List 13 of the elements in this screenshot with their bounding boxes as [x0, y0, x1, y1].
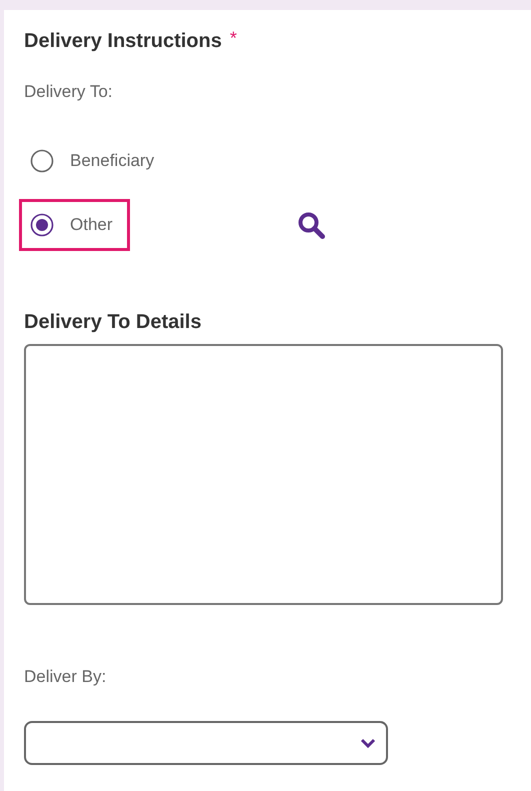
details-text-area[interactable] — [24, 344, 503, 605]
radio-option[interactable]: Beneficiary — [19, 135, 172, 187]
deliver-by-select[interactable] — [24, 721, 388, 765]
section-title: Delivery Instructions — [24, 29, 222, 54]
search-icon[interactable] — [296, 210, 326, 240]
radio-unselected-icon — [30, 149, 54, 173]
chevron-down-icon — [360, 738, 376, 748]
field-label: Delivery To: — [24, 81, 112, 103]
field-label: Deliver By: — [24, 666, 106, 688]
radio-selected-icon — [30, 213, 54, 237]
radio-option[interactable]: Other — [19, 199, 130, 251]
required-mark: * — [230, 28, 237, 48]
section-title: Delivery To Details — [24, 310, 202, 335]
